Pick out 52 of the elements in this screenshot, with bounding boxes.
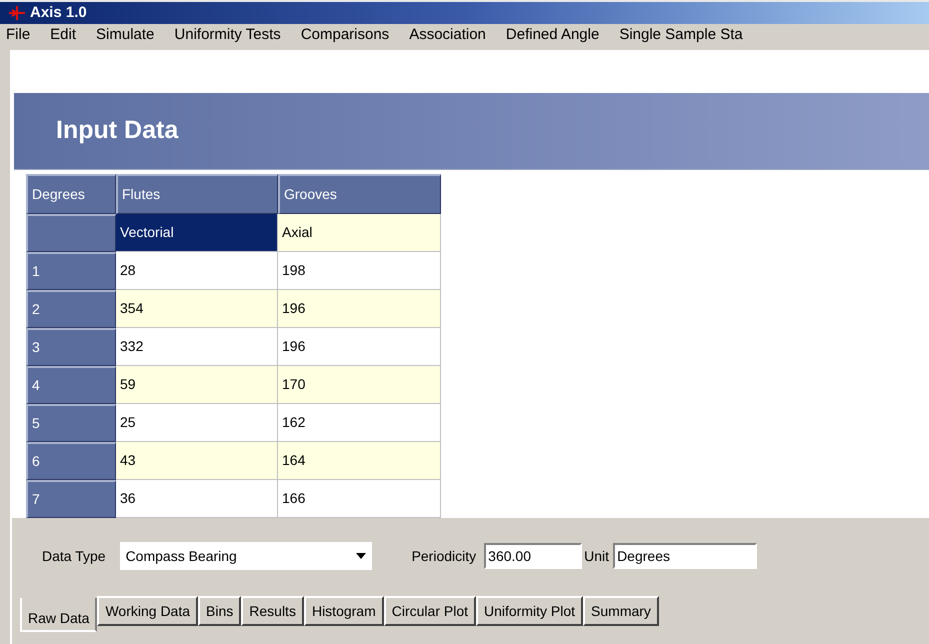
window-title: Axis 1.0 — [30, 2, 87, 23]
menu-item[interactable]: Defined Angle — [506, 24, 600, 46]
column-header[interactable]: Flutes — [116, 174, 278, 214]
table-cell[interactable]: Vectorial — [116, 214, 278, 252]
data-type-dropdown[interactable]: Compass Bearing — [120, 542, 372, 570]
table-cell[interactable]: 162 — [278, 404, 441, 442]
banner-title: Input Data — [56, 115, 178, 146]
dropdown-arrow-icon — [356, 553, 366, 559]
menu-item[interactable]: Simulate — [96, 24, 154, 46]
table-cell[interactable]: 43 — [116, 442, 278, 480]
table-cell[interactable]: 28 — [116, 252, 278, 290]
row-header: 2 — [26, 290, 116, 328]
table-cell[interactable]: 166 — [278, 480, 441, 518]
tab[interactable]: Uniformity Plot — [476, 596, 584, 626]
table-cell[interactable]: 332 — [116, 328, 278, 366]
row-header: 3 — [26, 328, 116, 366]
menu-item[interactable]: File — [6, 24, 30, 46]
table-cell[interactable]: 354 — [116, 290, 278, 328]
tab[interactable]: Raw Data — [20, 598, 98, 632]
tab[interactable]: Circular Plot — [384, 596, 476, 626]
row-header: 1 — [26, 252, 116, 290]
table-cell[interactable]: 59 — [116, 366, 278, 404]
tab[interactable]: Bins — [198, 596, 242, 626]
unit-label: Unit — [584, 546, 610, 566]
table-cell[interactable]: 198 — [278, 252, 441, 290]
menu-item[interactable]: Uniformity Tests — [174, 24, 281, 46]
table-cell[interactable]: 170 — [278, 366, 441, 404]
column-header[interactable]: Grooves — [278, 174, 441, 214]
table-cell[interactable]: 164 — [278, 442, 441, 480]
data-type-label: Data Type — [42, 546, 106, 566]
tab[interactable]: Results — [241, 596, 304, 626]
tab[interactable]: Summary — [583, 596, 659, 626]
table-cell[interactable]: 196 — [278, 290, 441, 328]
compass-cross-icon — [8, 5, 26, 21]
row-header: 7 — [26, 480, 116, 518]
row-header: 4 — [26, 366, 116, 404]
menu-item[interactable]: Edit — [50, 24, 76, 46]
column-header[interactable]: Degrees — [26, 174, 116, 214]
menu-item[interactable]: Association — [409, 24, 486, 46]
menu-item[interactable]: Comparisons — [300, 24, 390, 46]
periodicity-field[interactable]: 360.00 — [484, 543, 582, 569]
row-header: 6 — [26, 442, 116, 480]
tab[interactable]: Working Data — [97, 596, 198, 626]
unit-field[interactable]: Degrees — [613, 543, 758, 569]
menu-item[interactable]: Single Sample Sta — [619, 24, 743, 46]
tab[interactable]: Histogram — [304, 596, 384, 626]
periodicity-label: Periodicity — [412, 546, 476, 566]
table-cell[interactable]: Axial — [278, 214, 441, 252]
table-cell[interactable]: 36 — [116, 480, 278, 518]
row-header: 5 — [26, 404, 116, 442]
table-cell[interactable]: 196 — [278, 328, 441, 366]
table-cell[interactable]: 25 — [116, 404, 278, 442]
